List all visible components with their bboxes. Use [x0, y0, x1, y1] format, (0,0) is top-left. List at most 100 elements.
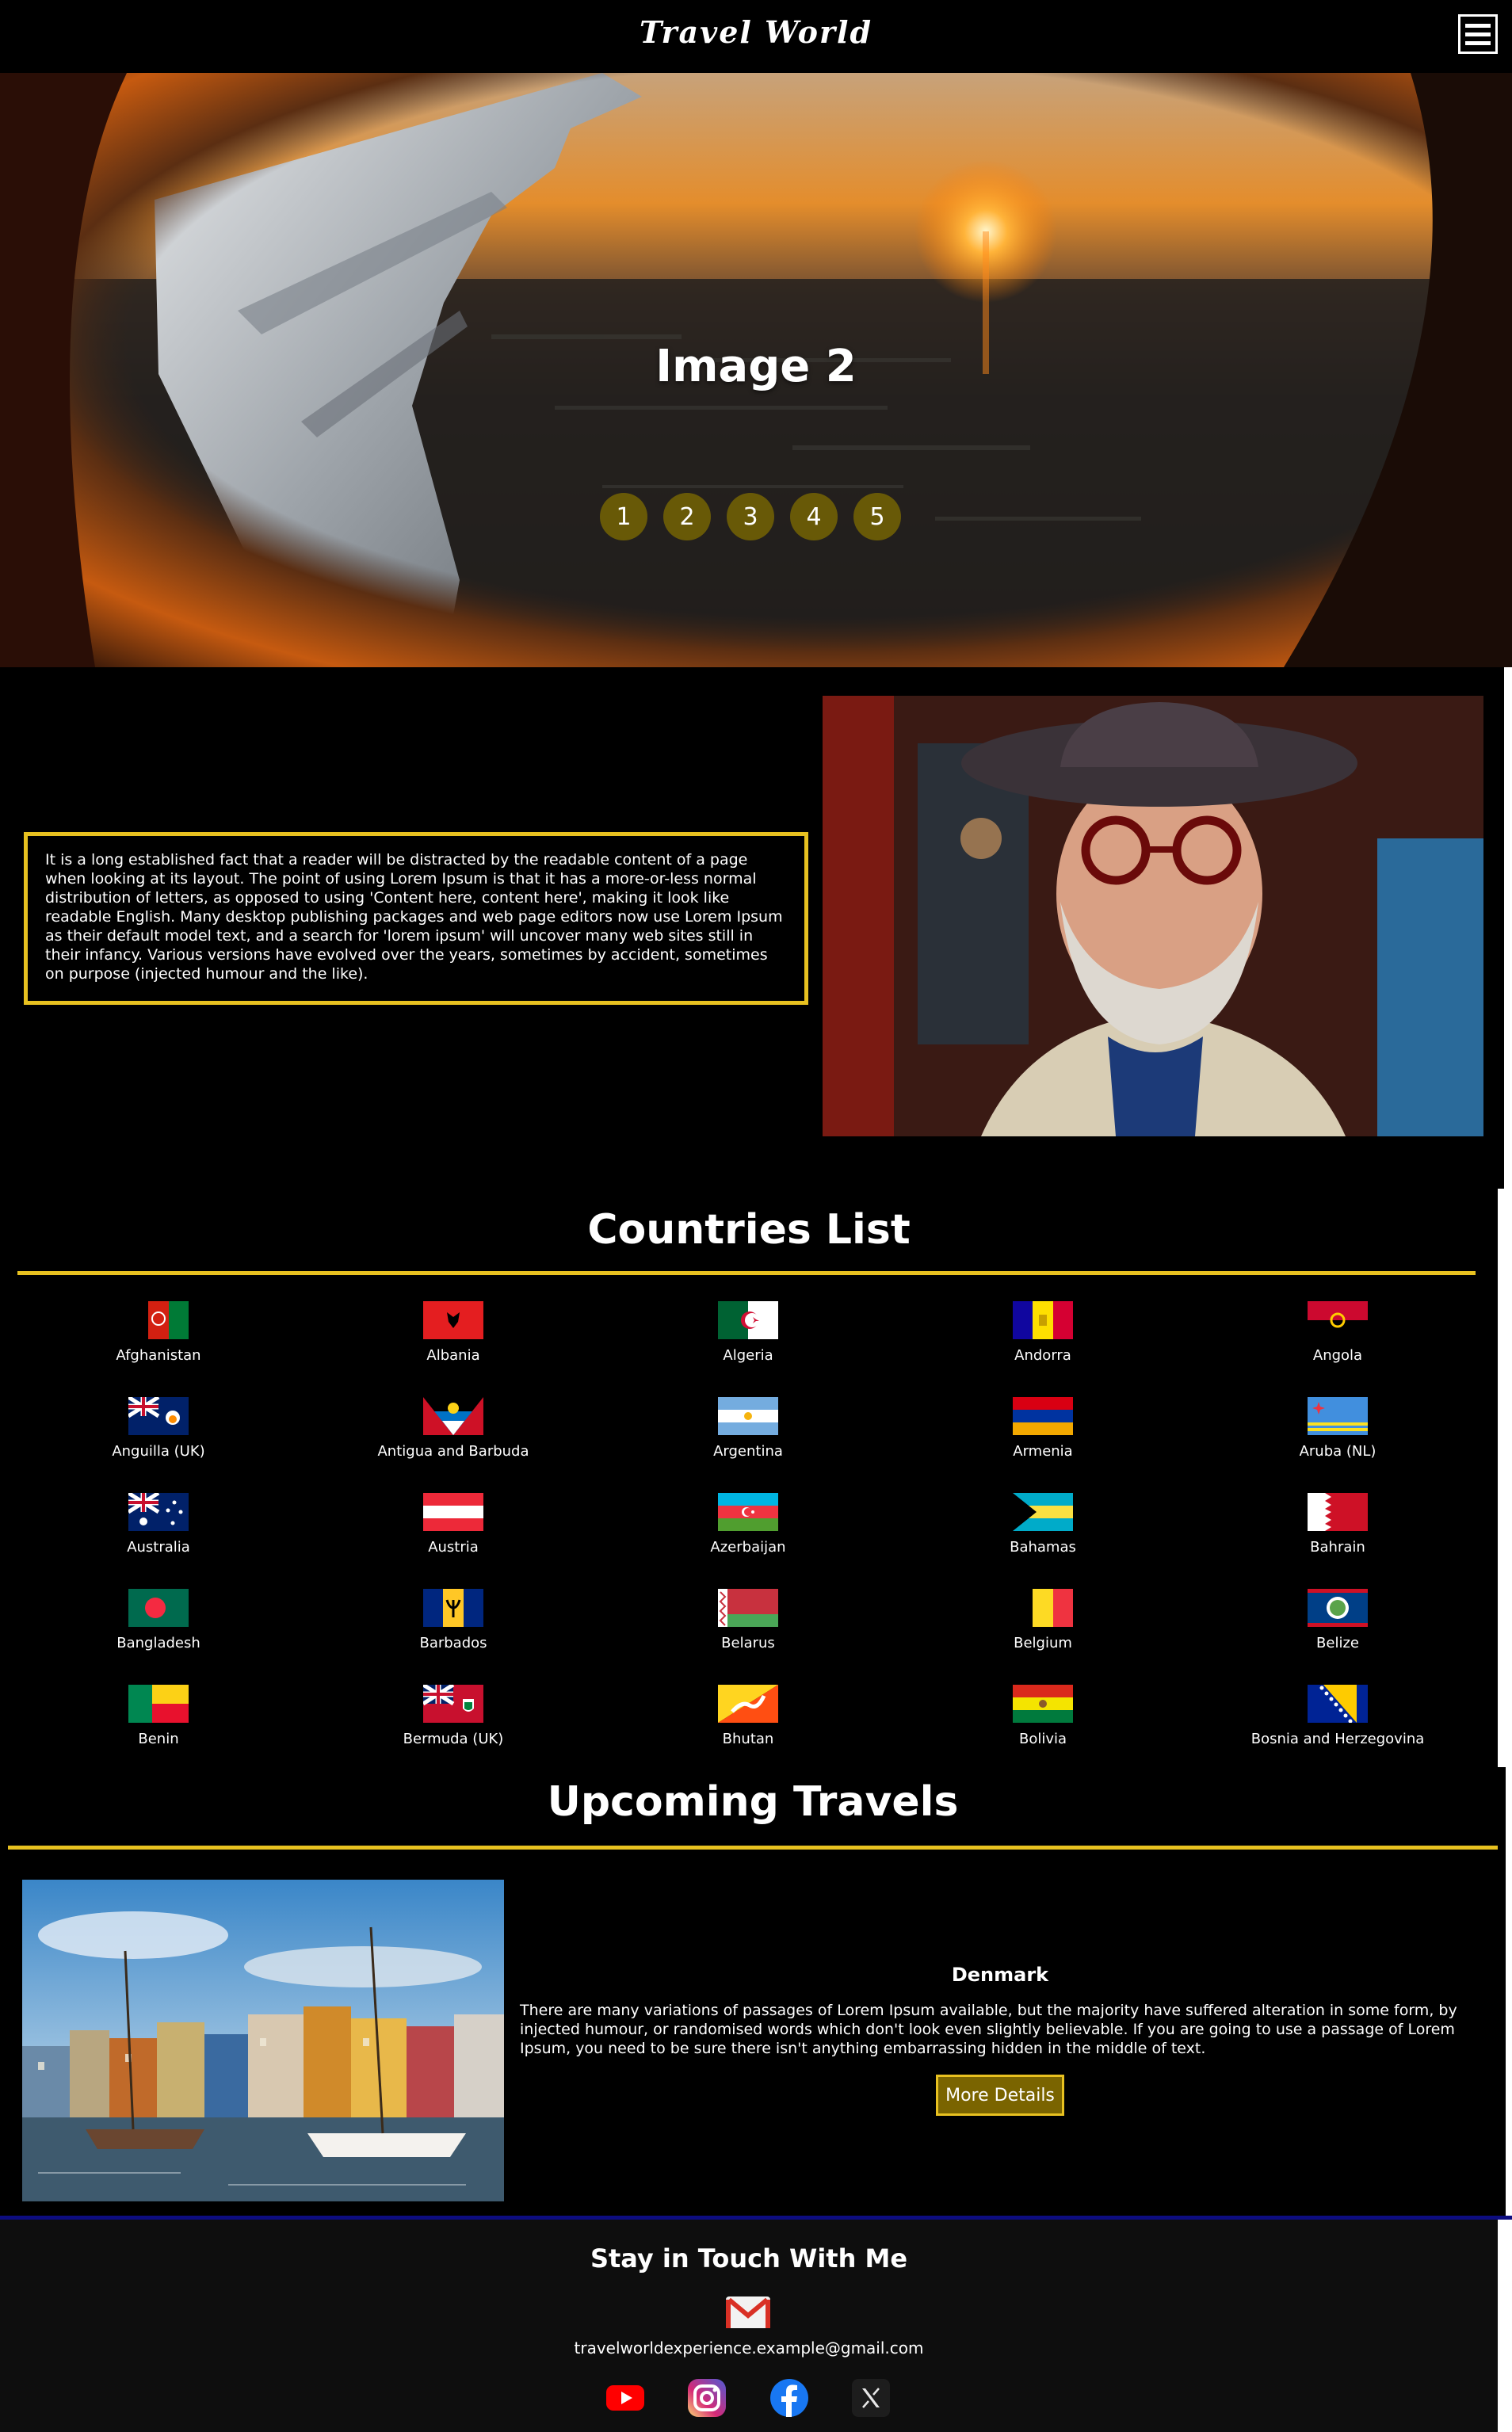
countries-section: Countries List Afghanistan Albania Algeria…: [0, 1189, 1498, 1767]
country-item[interactable]: Armenia: [895, 1397, 1190, 1460]
slide-pager: 1 2 3 4 5: [600, 493, 901, 540]
country-item[interactable]: Australia: [11, 1493, 306, 1556]
country-name: Bosnia and Herzegovina: [1250, 1731, 1425, 1747]
bosnia-flag-icon: [1308, 1685, 1368, 1723]
country-item[interactable]: Bahamas: [895, 1493, 1190, 1556]
andorra-flag-icon: [1013, 1301, 1073, 1339]
slide-dot-5[interactable]: 5: [853, 493, 901, 540]
country-item[interactable]: Afghanistan: [11, 1301, 306, 1364]
bolivia-flag-icon: [1013, 1685, 1073, 1723]
hero-slider: Image 2 1 2 3 4 5: [0, 73, 1512, 667]
algeria-flag-icon: [718, 1301, 778, 1339]
barbados-flag-icon: [423, 1589, 483, 1627]
country-name: Aruba (NL): [1299, 1443, 1376, 1460]
country-item[interactable]: Antigua and Barbuda: [306, 1397, 601, 1460]
antigua-flag-icon: [423, 1397, 483, 1435]
country-name: Azerbaijan: [710, 1539, 786, 1556]
country-item[interactable]: Bermuda (UK): [306, 1685, 601, 1747]
country-item[interactable]: Argentina: [601, 1397, 895, 1460]
right-edge: [1506, 1767, 1512, 2219]
country-name: Algeria: [723, 1347, 773, 1364]
country-item[interactable]: Austria: [306, 1493, 601, 1556]
right-edge: [1498, 1189, 1512, 1767]
armenia-flag-icon: [1013, 1397, 1073, 1435]
country-item[interactable]: Azerbaijan: [601, 1493, 895, 1556]
hamburger-menu-icon[interactable]: [1458, 14, 1498, 54]
country-item[interactable]: Aruba (NL): [1190, 1397, 1485, 1460]
aruba-flag-icon: [1308, 1397, 1368, 1435]
bangladesh-flag-icon: [128, 1589, 189, 1627]
slide-dot-4[interactable]: 4: [790, 493, 838, 540]
country-item[interactable]: Bahrain: [1190, 1493, 1485, 1556]
country-name: Bangladesh: [116, 1635, 200, 1651]
country-name: Bermuda (UK): [403, 1731, 504, 1747]
contact-email[interactable]: travelworldexperience.example@gmail.com: [0, 2338, 1498, 2358]
country-name: Argentina: [713, 1443, 783, 1460]
upcoming-divider: [8, 1846, 1498, 1850]
slide-dot-3[interactable]: 3: [727, 493, 774, 540]
country-name: Andorra: [1014, 1347, 1071, 1364]
about-section: It is a long established fact that a rea…: [0, 667, 1512, 1189]
right-edge: [1504, 667, 1512, 1189]
slide-caption: Image 2: [655, 341, 857, 392]
country-name: Bolivia: [1018, 1731, 1067, 1747]
albania-flag-icon: [423, 1301, 483, 1339]
country-name: Afghanistan: [116, 1347, 201, 1364]
country-item[interactable]: Angola: [1190, 1301, 1485, 1364]
footer-title: Stay in Touch With Me: [590, 2243, 908, 2274]
country-item[interactable]: Barbados: [306, 1589, 601, 1651]
country-name: Bhutan: [722, 1731, 774, 1747]
country-name: Benin: [138, 1731, 179, 1747]
country-name: Belgium: [1014, 1635, 1072, 1651]
upcoming-title: Upcoming Travels: [547, 1778, 959, 1826]
benin-flag-icon: [128, 1685, 189, 1723]
country-item[interactable]: Benin: [11, 1685, 306, 1747]
country-item[interactable]: Bangladesh: [11, 1589, 306, 1651]
country-item[interactable]: Anguilla (UK): [11, 1397, 306, 1460]
about-text: It is a long established fact that a rea…: [24, 832, 808, 1005]
destination-description: There are many variations of passages of…: [520, 2002, 1457, 2057]
slide-dot-2[interactable]: 2: [663, 493, 711, 540]
country-name: Barbados: [419, 1635, 487, 1651]
country-item[interactable]: Bhutan: [601, 1685, 895, 1747]
instagram-icon[interactable]: [686, 2377, 727, 2419]
country-item[interactable]: Albania: [306, 1301, 601, 1364]
angola-flag-icon: [1308, 1301, 1368, 1339]
country-item[interactable]: Andorra: [895, 1301, 1190, 1364]
x-icon[interactable]: [850, 2377, 892, 2419]
belize-flag-icon: [1308, 1589, 1368, 1627]
country-name: Australia: [127, 1539, 190, 1556]
country-item[interactable]: Belize: [1190, 1589, 1485, 1651]
bahrain-flag-icon: [1308, 1493, 1368, 1531]
country-name: Anguilla (UK): [112, 1443, 205, 1460]
country-name: Angola: [1312, 1347, 1363, 1364]
country-name: Belize: [1316, 1635, 1359, 1651]
country-item[interactable]: Algeria: [601, 1301, 895, 1364]
denmark-image: [22, 1880, 504, 2201]
belgium-flag-icon: [1013, 1589, 1073, 1627]
afghanistan-flag-icon: [128, 1301, 189, 1339]
slide-dot-1[interactable]: 1: [600, 493, 647, 540]
more-details-button[interactable]: More Details: [936, 2075, 1064, 2116]
anguilla-flag-icon: [128, 1397, 189, 1435]
country-name: Bahamas: [1010, 1539, 1076, 1556]
country-name: Albania: [426, 1347, 480, 1364]
country-item[interactable]: Belarus: [601, 1589, 895, 1651]
destination-title: Denmark: [951, 1964, 1049, 1986]
site-title[interactable]: Travel World: [0, 14, 1512, 50]
country-name: Antigua and Barbuda: [377, 1443, 529, 1460]
country-item[interactable]: Bosnia and Herzegovina: [1190, 1685, 1485, 1747]
right-edge: [1498, 2220, 1512, 2432]
country-name: Armenia: [1013, 1443, 1073, 1460]
gmail-icon[interactable]: [726, 2295, 770, 2330]
country-item[interactable]: Bolivia: [895, 1685, 1190, 1747]
facebook-icon[interactable]: [769, 2377, 810, 2419]
country-name: Belarus: [721, 1635, 775, 1651]
country-item[interactable]: Belgium: [895, 1589, 1190, 1651]
azerbaijan-flag-icon: [718, 1493, 778, 1531]
site-header: Travel World: [0, 0, 1512, 73]
belarus-flag-icon: [718, 1589, 778, 1627]
country-name: Austria: [428, 1539, 479, 1556]
youtube-icon[interactable]: [605, 2377, 646, 2419]
bahamas-flag-icon: [1013, 1493, 1073, 1531]
